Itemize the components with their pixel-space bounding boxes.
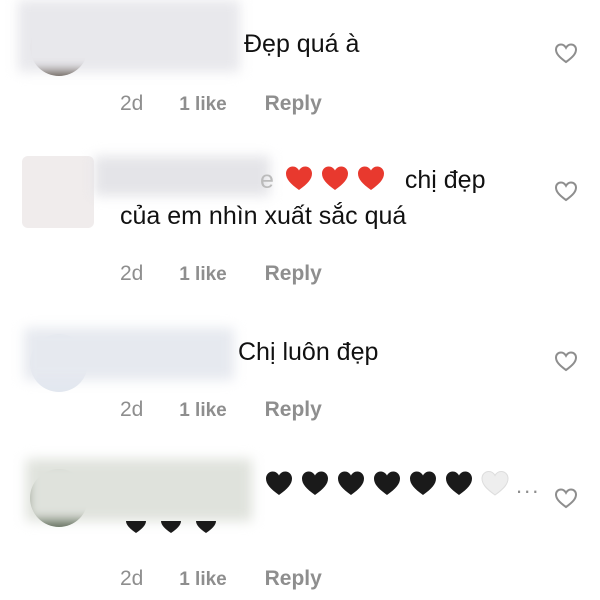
white-heart-icon	[480, 469, 510, 497]
comment-likes[interactable]: 1 like	[179, 264, 227, 285]
blurred-username	[24, 328, 234, 380]
comment-time: 2d	[120, 398, 144, 421]
comment-likes[interactable]: 1 like	[179, 94, 227, 115]
black-heart-icon	[336, 469, 366, 497]
partial-hearts-line	[126, 513, 226, 535]
reply-button[interactable]: Reply	[265, 398, 322, 421]
comment-time: 2d	[120, 262, 144, 285]
comment-meta: 2d 1 like Reply	[120, 567, 322, 591]
comment-meta: 2d 1 like Reply	[120, 398, 322, 422]
blurred-username	[18, 0, 240, 72]
comment-1: Đẹp quá à 2d 1 like Reply	[0, 0, 600, 130]
like-heart-icon[interactable]	[554, 350, 578, 372]
comment-text: Chị luôn đẹp	[238, 338, 379, 366]
leading-char: e	[260, 166, 274, 194]
comment-text-suffix: chị đẹp	[404, 166, 486, 194]
comment-meta: 2d 1 like Reply	[120, 262, 322, 286]
black-heart-icon	[264, 469, 294, 497]
like-heart-icon[interactable]	[554, 180, 578, 202]
blurred-username	[94, 156, 270, 196]
blurred-username	[26, 459, 252, 521]
like-heart-icon[interactable]	[554, 487, 578, 509]
comment-likes[interactable]: 1 like	[179, 400, 227, 421]
reply-button[interactable]: Reply	[265, 92, 322, 115]
black-heart-icon	[408, 469, 438, 497]
like-heart-icon[interactable]	[554, 42, 578, 64]
comment-4: ... 2d 1 like Reply	[0, 455, 600, 600]
comment-text-line1: e chị đẹp	[260, 164, 485, 197]
more-ellipsis[interactable]: ...	[516, 473, 540, 498]
comment-likes[interactable]: 1 like	[179, 569, 227, 590]
comment-time: 2d	[120, 567, 144, 590]
red-heart-icon	[284, 164, 314, 192]
black-heart-icon	[372, 469, 402, 497]
comment-text-line2: của em nhìn xuất sắc quá	[120, 202, 407, 230]
black-heart-icon	[300, 469, 330, 497]
reply-button[interactable]: Reply	[265, 262, 322, 285]
avatar[interactable]	[22, 156, 94, 228]
reply-button[interactable]: Reply	[265, 567, 322, 590]
comment-emoji-line: ...	[264, 469, 540, 502]
comment-2: e chị đẹp của em nhìn xuất sắc quá 2d 1 …	[0, 150, 600, 300]
comment-3: Chị luôn đẹp 2d 1 like Reply	[0, 320, 600, 440]
comment-text: Đẹp quá à	[244, 30, 360, 58]
black-heart-icon	[444, 469, 474, 497]
red-heart-icon	[356, 164, 386, 192]
comment-meta: 2d 1 like Reply	[120, 92, 322, 116]
red-heart-icon	[320, 164, 350, 192]
comment-time: 2d	[120, 92, 144, 115]
